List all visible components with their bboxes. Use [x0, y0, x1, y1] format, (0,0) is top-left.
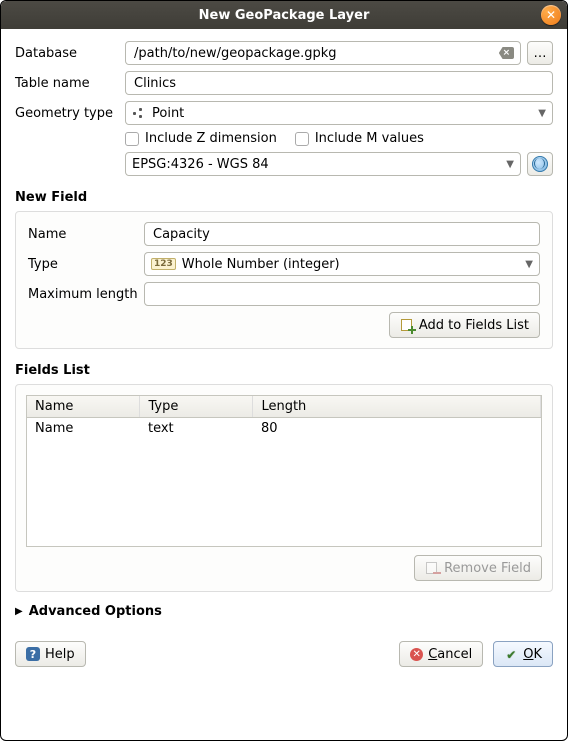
row-field-type: Type 123 Whole Number (integer) ▼	[28, 252, 540, 276]
chevron-down-icon: ▼	[525, 259, 533, 270]
row-zm-options: Include Z dimension Include M values	[125, 131, 553, 146]
cell-name: Name	[27, 418, 140, 440]
ok-label: OK	[523, 647, 542, 662]
cell-type: text	[140, 418, 253, 440]
close-icon[interactable]: ✕	[541, 5, 561, 25]
remove-field-icon	[425, 561, 439, 575]
fields-table[interactable]: Name Type Length Name text 80	[26, 395, 542, 547]
row-database: Database × …	[15, 41, 553, 65]
advanced-options-label: Advanced Options	[29, 604, 162, 619]
fields-header-row: Name Type Length	[27, 396, 541, 418]
database-label: Database	[15, 46, 125, 61]
col-length[interactable]: Length	[253, 396, 541, 418]
remove-field-button: Remove Field	[414, 555, 542, 581]
database-field[interactable]	[132, 45, 495, 62]
browse-label: …	[534, 46, 547, 61]
field-type-label: Type	[28, 257, 144, 272]
field-name-label: Name	[28, 227, 144, 242]
help-icon: ?	[26, 647, 40, 661]
help-button[interactable]: ? Help	[15, 641, 86, 667]
crs-value: EPSG:4326 - WGS 84	[132, 157, 269, 172]
remove-field-label: Remove Field	[444, 561, 531, 576]
cancel-icon: ✕	[410, 648, 423, 661]
point-icon	[132, 106, 146, 120]
table-name-label: Table name	[15, 76, 125, 91]
new-field-heading: New Field	[15, 190, 553, 205]
clear-icon[interactable]: ×	[499, 47, 514, 59]
advanced-options-expander[interactable]: ▶ Advanced Options	[15, 604, 553, 619]
globe-icon	[532, 156, 548, 172]
checkbox-box	[295, 132, 309, 146]
database-input[interactable]: ×	[125, 41, 521, 65]
col-type[interactable]: Type	[140, 396, 253, 418]
new-field-group: Name Type 123 Whole Number (integer) ▼ M…	[15, 211, 553, 349]
table-name-field[interactable]	[132, 75, 546, 92]
table-row[interactable]: Name text 80	[27, 418, 541, 440]
max-length-label: Maximum length	[28, 287, 144, 302]
expand-icon: ▶	[15, 606, 23, 617]
max-length-field[interactable]	[151, 286, 533, 303]
dialog-footer: ? Help ✕ Cancel OK	[1, 631, 567, 681]
field-name-field[interactable]	[151, 226, 533, 243]
field-name-input[interactable]	[144, 222, 540, 246]
include-m-label: Include M values	[315, 131, 424, 146]
help-label: Help	[45, 647, 75, 662]
fields-list-group: Name Type Length Name text 80	[15, 384, 553, 592]
add-field-icon	[400, 318, 414, 332]
browse-button[interactable]: …	[527, 41, 553, 65]
add-to-fields-label: Add to Fields List	[419, 318, 529, 333]
checkbox-box	[125, 132, 139, 146]
geometry-type-label: Geometry type	[15, 106, 125, 121]
field-type-value: Whole Number (integer)	[182, 257, 340, 272]
col-name[interactable]: Name	[27, 396, 140, 418]
include-z-label: Include Z dimension	[145, 131, 277, 146]
titlebar: New GeoPackage Layer ✕	[1, 1, 567, 29]
cancel-button[interactable]: ✕ Cancel	[399, 641, 483, 667]
max-length-input[interactable]	[144, 282, 540, 306]
chevron-down-icon: ▼	[538, 108, 546, 119]
field-type-combo[interactable]: 123 Whole Number (integer) ▼	[144, 252, 540, 276]
ok-icon	[504, 648, 518, 660]
row-geometry-type: Geometry type Point ▼	[15, 101, 553, 125]
table-name-input[interactable]	[125, 71, 553, 95]
row-crs: EPSG:4326 - WGS 84 ▼	[125, 152, 553, 176]
row-table-name: Table name	[15, 71, 553, 95]
fields-list-heading: Fields List	[15, 363, 553, 378]
chevron-down-icon: ▼	[506, 159, 514, 170]
cell-length: 80	[253, 418, 541, 440]
ok-button[interactable]: OK	[493, 641, 553, 667]
dialog-window: New GeoPackage Layer ✕ Database × … Tabl…	[0, 0, 568, 741]
integer-icon: 123	[151, 258, 176, 270]
cancel-label: Cancel	[428, 647, 472, 662]
include-m-checkbox[interactable]: Include M values	[295, 131, 424, 146]
add-to-fields-button[interactable]: Add to Fields List	[389, 312, 540, 338]
geometry-type-value: Point	[152, 106, 184, 121]
row-max-length: Maximum length	[28, 282, 540, 306]
row-field-name: Name	[28, 222, 540, 246]
geometry-type-combo[interactable]: Point ▼	[125, 101, 553, 125]
crs-combo[interactable]: EPSG:4326 - WGS 84 ▼	[125, 152, 521, 176]
window-title: New GeoPackage Layer	[199, 8, 370, 23]
dialog-content: Database × … Table name Geometry type Po…	[1, 29, 567, 619]
include-z-checkbox[interactable]: Include Z dimension	[125, 131, 277, 146]
crs-select-button[interactable]	[527, 152, 553, 176]
